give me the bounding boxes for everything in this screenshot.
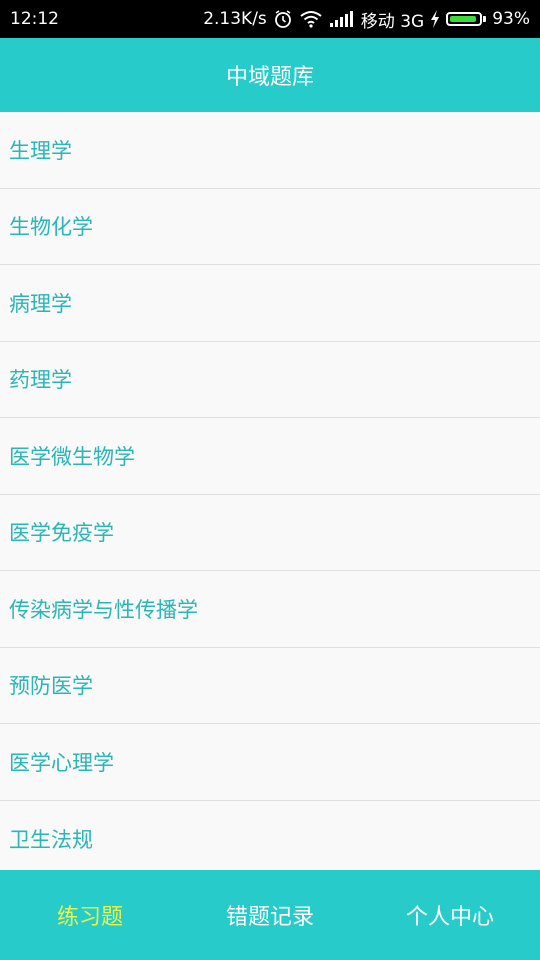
subject-item[interactable]: 药理学	[0, 342, 540, 418]
charging-icon	[430, 10, 440, 28]
subject-item[interactable]: 预防医学	[0, 648, 540, 724]
subject-item[interactable]: 生物化学	[0, 189, 540, 265]
subject-item[interactable]: 卫生法规	[0, 801, 540, 871]
subject-item[interactable]: 医学免疫学	[0, 495, 540, 571]
status-time: 12:12	[10, 9, 59, 29]
tab-wrong-answers[interactable]: 错题记录	[180, 870, 360, 960]
subject-item[interactable]: 病理学	[0, 265, 540, 342]
bottom-nav: 练习题 错题记录 个人中心	[0, 870, 540, 960]
page-title: 中域题库	[225, 65, 314, 90]
subject-item[interactable]: 生理学	[0, 112, 540, 189]
tab-profile[interactable]: 个人中心	[360, 870, 540, 960]
status-indicators: 2.13K/s 移动 3G 93%	[203, 7, 530, 32]
tab-practice[interactable]: 练习题	[0, 870, 180, 960]
battery-percent: 93%	[492, 9, 530, 29]
subject-item[interactable]: 医学心理学	[0, 724, 540, 801]
status-bar: 12:12 2.13K/s 移动 3G 93%	[0, 0, 540, 38]
net-speed: 2.13K/s	[203, 9, 267, 29]
subject-item[interactable]: 医学微生物学	[0, 418, 540, 495]
app-header: 中域题库	[0, 38, 540, 112]
subject-list: 生理学 生物化学 病理学 药理学 医学微生物学 医学免疫学 传染病学与性传播学 …	[0, 112, 540, 870]
carrier-label: 移动 3G	[360, 11, 425, 32]
alarm-icon	[273, 9, 293, 29]
subject-item[interactable]: 传染病学与性传播学	[0, 571, 540, 648]
signal-icon	[329, 11, 355, 27]
wifi-icon	[299, 10, 323, 28]
battery-icon	[446, 12, 487, 26]
